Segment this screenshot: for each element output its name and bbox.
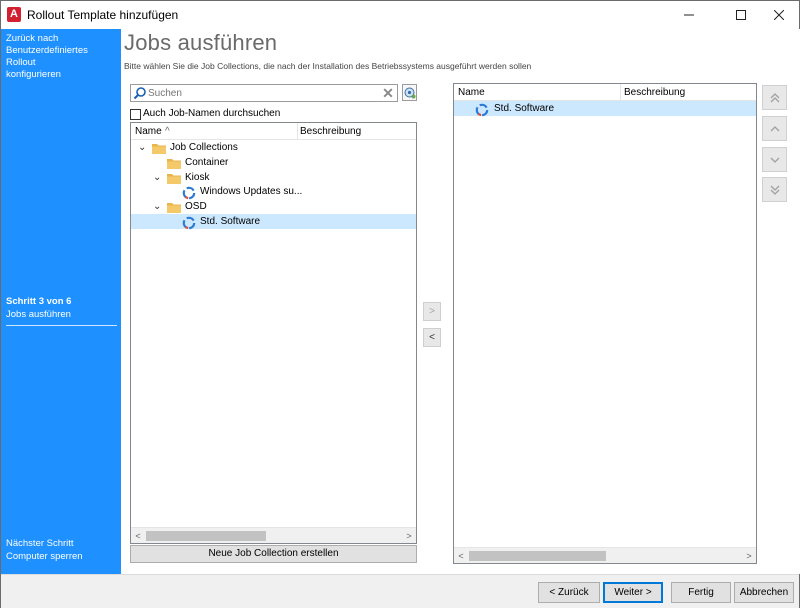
expand-chevron-icon[interactable]: ⌄ <box>153 173 163 183</box>
back-button[interactable]: < Zurück <box>538 582 600 603</box>
add-to-selection-button[interactable]: > <box>423 302 441 321</box>
app-logo-icon: A <box>7 7 21 22</box>
tree-item-osd[interactable]: ⌄ OSD <box>131 200 416 215</box>
job-collection-icon <box>475 103 489 117</box>
dialog-window: A Rollout Template hinzufügen Zurück nac… <box>0 0 800 608</box>
move-down-button[interactable] <box>762 147 787 172</box>
job-collection-icon <box>182 186 196 200</box>
available-collections-tree: Name ^ Beschreibung ⌄ Job Collections Co… <box>130 122 417 544</box>
list-item-std-software[interactable]: Std. Software <box>454 101 756 117</box>
sort-ascending-icon: ^ <box>165 126 170 137</box>
scroll-right-icon[interactable]: > <box>403 530 415 542</box>
folder-icon <box>167 203 181 213</box>
expand-chevron-icon[interactable]: ⌄ <box>138 143 148 153</box>
scroll-left-icon[interactable]: < <box>455 550 467 562</box>
minimize-button[interactable] <box>667 1 711 29</box>
scroll-left-icon[interactable]: < <box>132 530 144 542</box>
search-input[interactable] <box>148 86 378 100</box>
list-column-header: Name Beschreibung <box>454 84 756 101</box>
job-collection-icon <box>182 216 196 230</box>
scrollbar-thumb[interactable] <box>146 531 266 541</box>
scroll-right-icon[interactable]: > <box>743 550 755 562</box>
cancel-button[interactable]: Abbrechen <box>734 582 794 603</box>
close-button[interactable] <box>757 1 800 29</box>
horizontal-scrollbar[interactable]: < > <box>454 547 756 563</box>
window-title: Rollout Template hinzufügen <box>27 8 179 22</box>
tree-item-std-software[interactable]: Std. Software <box>131 214 416 230</box>
move-up-button[interactable] <box>762 116 787 141</box>
scrollbar-thumb[interactable] <box>469 551 606 561</box>
double-chevron-down-icon <box>770 185 779 195</box>
current-step: Schritt 3 von 6 Jobs ausführen <box>6 295 117 326</box>
minimize-icon <box>684 14 694 16</box>
finish-button[interactable]: Fertig <box>671 582 731 603</box>
chevron-down-icon <box>770 157 779 163</box>
next-step-info: Nächster Schritt Computer sperren <box>6 537 83 563</box>
selected-collections-list: Name Beschreibung Std. Software < > <box>453 83 757 564</box>
search-settings-icon <box>404 87 416 99</box>
move-to-top-button[interactable] <box>762 85 787 110</box>
search-options-button[interactable] <box>402 84 417 101</box>
search-job-names-checkbox[interactable] <box>130 109 141 120</box>
page-title: Jobs ausführen <box>124 30 278 55</box>
tree-item-windows-updates[interactable]: Windows Updates su... <box>131 185 416 200</box>
column-divider[interactable] <box>297 123 298 140</box>
column-name-header[interactable]: Name <box>458 87 485 98</box>
tree-item-container[interactable]: Container <box>131 156 416 171</box>
tree-column-header: Name ^ Beschreibung <box>131 123 416 140</box>
back-link-line3: konfigurieren <box>6 69 61 80</box>
tree-item-label: Windows Updates su... <box>200 186 303 197</box>
title-bar: A Rollout Template hinzufügen <box>1 1 799 29</box>
move-to-bottom-button[interactable] <box>762 177 787 202</box>
new-job-collection-button[interactable]: Neue Job Collection erstellen <box>130 545 417 563</box>
search-box: ✕ <box>130 84 398 102</box>
close-icon <box>773 9 785 21</box>
tree-item-label: Std. Software <box>200 216 261 227</box>
step-name: Jobs ausführen <box>6 309 71 320</box>
next-step-name: Computer sperren <box>6 551 83 562</box>
tree-item-job-collections[interactable]: ⌄ Job Collections <box>131 141 416 156</box>
double-chevron-up-icon <box>770 93 779 103</box>
wizard-sidebar: Zurück nach Benutzerdefiniertes Rollout … <box>1 29 121 574</box>
back-link-line1: Zurück nach <box>6 33 59 44</box>
step-counter: Schritt 3 von 6 <box>6 296 72 307</box>
next-step-label: Nächster Schritt <box>6 538 74 549</box>
remove-from-selection-button[interactable]: < <box>423 328 441 347</box>
maximize-icon <box>736 10 746 20</box>
folder-icon <box>152 144 166 154</box>
column-description-header[interactable]: Beschreibung <box>624 87 685 98</box>
search-job-names-label: Auch Job-Namen durchsuchen <box>143 108 281 119</box>
column-description-header[interactable]: Beschreibung <box>300 126 361 137</box>
column-divider[interactable] <box>620 84 621 101</box>
column-name-header[interactable]: Name <box>135 126 162 137</box>
back-link-line2: Benutzerdefiniertes Rollout <box>6 45 88 68</box>
clear-search-icon[interactable]: ✕ <box>381 86 395 100</box>
next-button[interactable]: Weiter > <box>603 582 663 603</box>
tree-item-label: OSD <box>185 201 207 212</box>
back-to-step-link[interactable]: Zurück nach Benutzerdefiniertes Rollout … <box>6 33 118 81</box>
tree-item-label: Kiosk <box>185 172 210 183</box>
chevron-up-icon <box>770 126 779 132</box>
folder-icon <box>167 159 181 169</box>
horizontal-scrollbar[interactable]: < > <box>131 527 416 543</box>
page-subtitle: Bitte wählen Sie die Job Collections, di… <box>124 61 532 71</box>
main-content: Jobs ausführen Bitte wählen Sie die Job … <box>121 29 800 574</box>
tree-item-kiosk[interactable]: ⌄ Kiosk <box>131 171 416 186</box>
expand-chevron-icon[interactable]: ⌄ <box>153 202 163 212</box>
search-icon <box>133 87 146 100</box>
dialog-footer: < Zurück Weiter > Fertig Abbrechen <box>1 574 799 608</box>
tree-item-label: Job Collections <box>170 142 238 153</box>
tree-item-label: Container <box>185 157 229 168</box>
list-item-label: Std. Software <box>494 103 555 114</box>
folder-icon <box>167 174 181 184</box>
